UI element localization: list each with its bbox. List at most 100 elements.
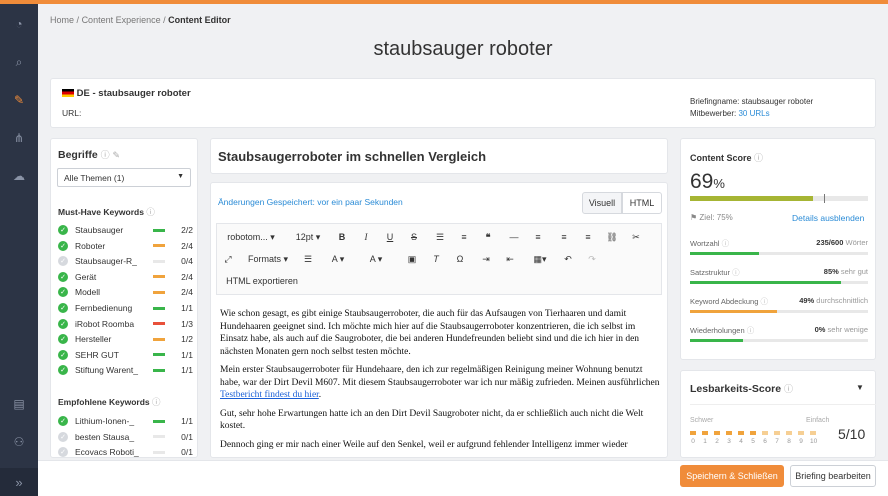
keyword-progress-bar	[153, 290, 165, 294]
scale-tick-label: 1	[703, 438, 707, 445]
metric-fill	[690, 252, 760, 255]
underline-icon[interactable]: U	[382, 228, 398, 246]
divider	[690, 404, 876, 405]
formats-dropdown[interactable]: Formats ▾	[242, 250, 294, 268]
italic-icon[interactable]: I	[358, 228, 374, 246]
indent-icon[interactable]: ⇥	[478, 250, 494, 268]
keyword-count: 2/4	[181, 240, 193, 251]
text-color-icon[interactable]: A ▾	[324, 250, 352, 268]
keyword-row[interactable]: ✓ SEHR GUT 1/1	[58, 348, 193, 362]
competitors-link[interactable]: 30 URLs	[738, 109, 769, 118]
link-icon[interactable]: ⛓	[604, 228, 620, 246]
check-circle-icon: ✓	[58, 225, 68, 235]
sitemap-icon[interactable]: ⋔	[11, 130, 27, 146]
numbered-list-icon[interactable]: ≡	[456, 228, 472, 246]
user-settings-icon[interactable]: ⚇	[11, 434, 27, 450]
topic-select[interactable]: Alle Themen (1) ▼	[57, 168, 191, 187]
breadcrumb-home[interactable]: Home	[50, 15, 74, 25]
breadcrumb-content-experience[interactable]: Content Experience	[82, 15, 161, 25]
keyword-row[interactable]: ✓ Ecovacs Roboti_ 0/1	[58, 445, 193, 459]
keyword-count: 0/1	[181, 447, 193, 458]
info-icon[interactable]: ⓘ	[722, 239, 730, 248]
cloud-icon[interactable]: ☁	[11, 168, 27, 184]
pencil-icon[interactable]: ✎	[11, 92, 27, 108]
tab-html[interactable]: HTML	[622, 192, 662, 214]
breadcrumb-current: Content Editor	[168, 15, 231, 25]
save-close-button[interactable]: Speichern & Schließen	[680, 465, 784, 487]
bullet-list-icon[interactable]: ☰	[432, 228, 448, 246]
outdent-icon[interactable]: ⇤	[502, 250, 518, 268]
keyword-count: 2/4	[181, 287, 193, 298]
keyword-progress-bar	[153, 337, 165, 341]
font-family-select[interactable]: robotom... ▾	[220, 228, 282, 246]
terms-title: Begriffe ⓘ ✎	[58, 149, 121, 161]
info-icon[interactable]: ⓘ	[760, 297, 768, 306]
check-circle-icon: ✓	[58, 271, 68, 282]
document-icon[interactable]: ▤	[11, 396, 27, 412]
keyword-name: Roboter	[75, 240, 106, 251]
top-accent-bar	[0, 0, 888, 4]
search-icon[interactable]: ⌕	[11, 54, 27, 70]
check-circle-icon: ✓	[58, 240, 68, 251]
table-icon[interactable]: ▦▾	[528, 250, 552, 268]
keyword-row[interactable]: ✓ Lithium-Ionen-_ 1/1	[58, 414, 193, 428]
horizontal-rule-icon[interactable]: —	[506, 228, 522, 246]
keyword-name: Staubsauger-R_	[75, 256, 137, 267]
target-label: ⚑ Ziel: 75%	[690, 213, 733, 222]
keyword-row[interactable]: ✓ Staubsauger 2/2	[58, 223, 193, 237]
edit-briefing-button[interactable]: Briefing bearbeiten	[790, 465, 876, 487]
metric-track	[690, 339, 868, 342]
scale-segment	[702, 431, 708, 435]
scale-tick-label: 6	[763, 438, 767, 445]
fullscreen-icon[interactable]: ⤢	[220, 250, 236, 268]
review-link[interactable]: Testbericht findest du hier	[220, 390, 319, 400]
export-html-button[interactable]: HTML exportieren	[220, 272, 304, 290]
redo-icon[interactable]: ↷	[584, 250, 600, 268]
info-icon[interactable]: ⓘ	[754, 153, 763, 163]
keyword-row[interactable]: ✓ Stiftung Warent_ 1/1	[58, 363, 193, 377]
strikethrough-icon[interactable]: S	[406, 228, 422, 246]
recommended-title: Empfohlene Keywords ⓘ	[58, 397, 161, 407]
paste-text-icon[interactable]: ▣	[404, 250, 420, 268]
blockquote-icon[interactable]: ❝	[480, 228, 496, 246]
keyword-row[interactable]: ✓ Gerät 2/4	[58, 270, 193, 284]
keyword-row[interactable]: ✓ besten Stausa_ 0/1	[58, 430, 193, 444]
align-right-icon[interactable]: ≡	[580, 228, 596, 246]
edit-icon[interactable]: ✎	[113, 150, 121, 160]
hide-details-link[interactable]: Details ausblenden	[792, 213, 864, 223]
special-char-icon[interactable]: Ω	[452, 250, 468, 268]
collapse-caret-icon[interactable]: ▼	[856, 383, 864, 392]
info-icon[interactable]: ⓘ	[784, 384, 793, 394]
font-size-select[interactable]: 12pt ▾	[288, 228, 328, 246]
editor-content[interactable]: Wie schon gesagt, es gibt einige Staubsa…	[220, 308, 662, 458]
info-icon[interactable]: ⓘ	[732, 268, 740, 277]
justify-icon[interactable]: ☰	[300, 250, 316, 268]
check-circle-icon: ✓	[58, 416, 68, 426]
expand-rail-button[interactable]: »	[0, 468, 38, 496]
metric-label: Keyword Abdeckung	[690, 297, 759, 306]
keyword-row[interactable]: ✓ Staubsauger-R_ 0/4	[58, 254, 193, 268]
paragraph: Mein erster Staubsaugerroboter für Hunde…	[220, 365, 660, 400]
unlink-icon[interactable]: ✂	[628, 228, 644, 246]
info-icon[interactable]: ⓘ	[747, 326, 755, 335]
align-left-icon[interactable]: ≡	[530, 228, 546, 246]
info-icon[interactable]: ⓘ	[101, 150, 110, 160]
keyword-row[interactable]: ✓ Fernbedienung 1/1	[58, 301, 193, 315]
keyword-row[interactable]: ✓ Roboter 2/4	[58, 239, 193, 253]
article-heading[interactable]: Staubsaugerroboter im schnellen Vergleic…	[218, 149, 486, 164]
keyword-row[interactable]: ✓ iRobot Roomba 1/3	[58, 317, 193, 331]
keyword-row[interactable]: ✓ Hersteller 1/2	[58, 332, 193, 346]
info-icon[interactable]: ⓘ	[152, 397, 161, 407]
undo-icon[interactable]: ↶	[560, 250, 576, 268]
align-center-icon[interactable]: ≡	[556, 228, 572, 246]
scale-tick-label: 8	[787, 438, 791, 445]
bold-icon[interactable]: B	[334, 228, 350, 246]
info-icon[interactable]: ⓘ	[146, 207, 155, 217]
german-flag-icon	[62, 89, 74, 98]
tab-visual[interactable]: Visuell	[582, 192, 622, 214]
keyword-row[interactable]: ✓ Modell 2/4	[58, 285, 193, 299]
background-color-icon[interactable]: A ▾	[362, 250, 390, 268]
metric-value: 49% durchschnittlich	[799, 296, 868, 305]
clear-formatting-icon[interactable]: T	[428, 250, 444, 268]
dashboard-icon[interactable]: ◔	[11, 16, 27, 32]
